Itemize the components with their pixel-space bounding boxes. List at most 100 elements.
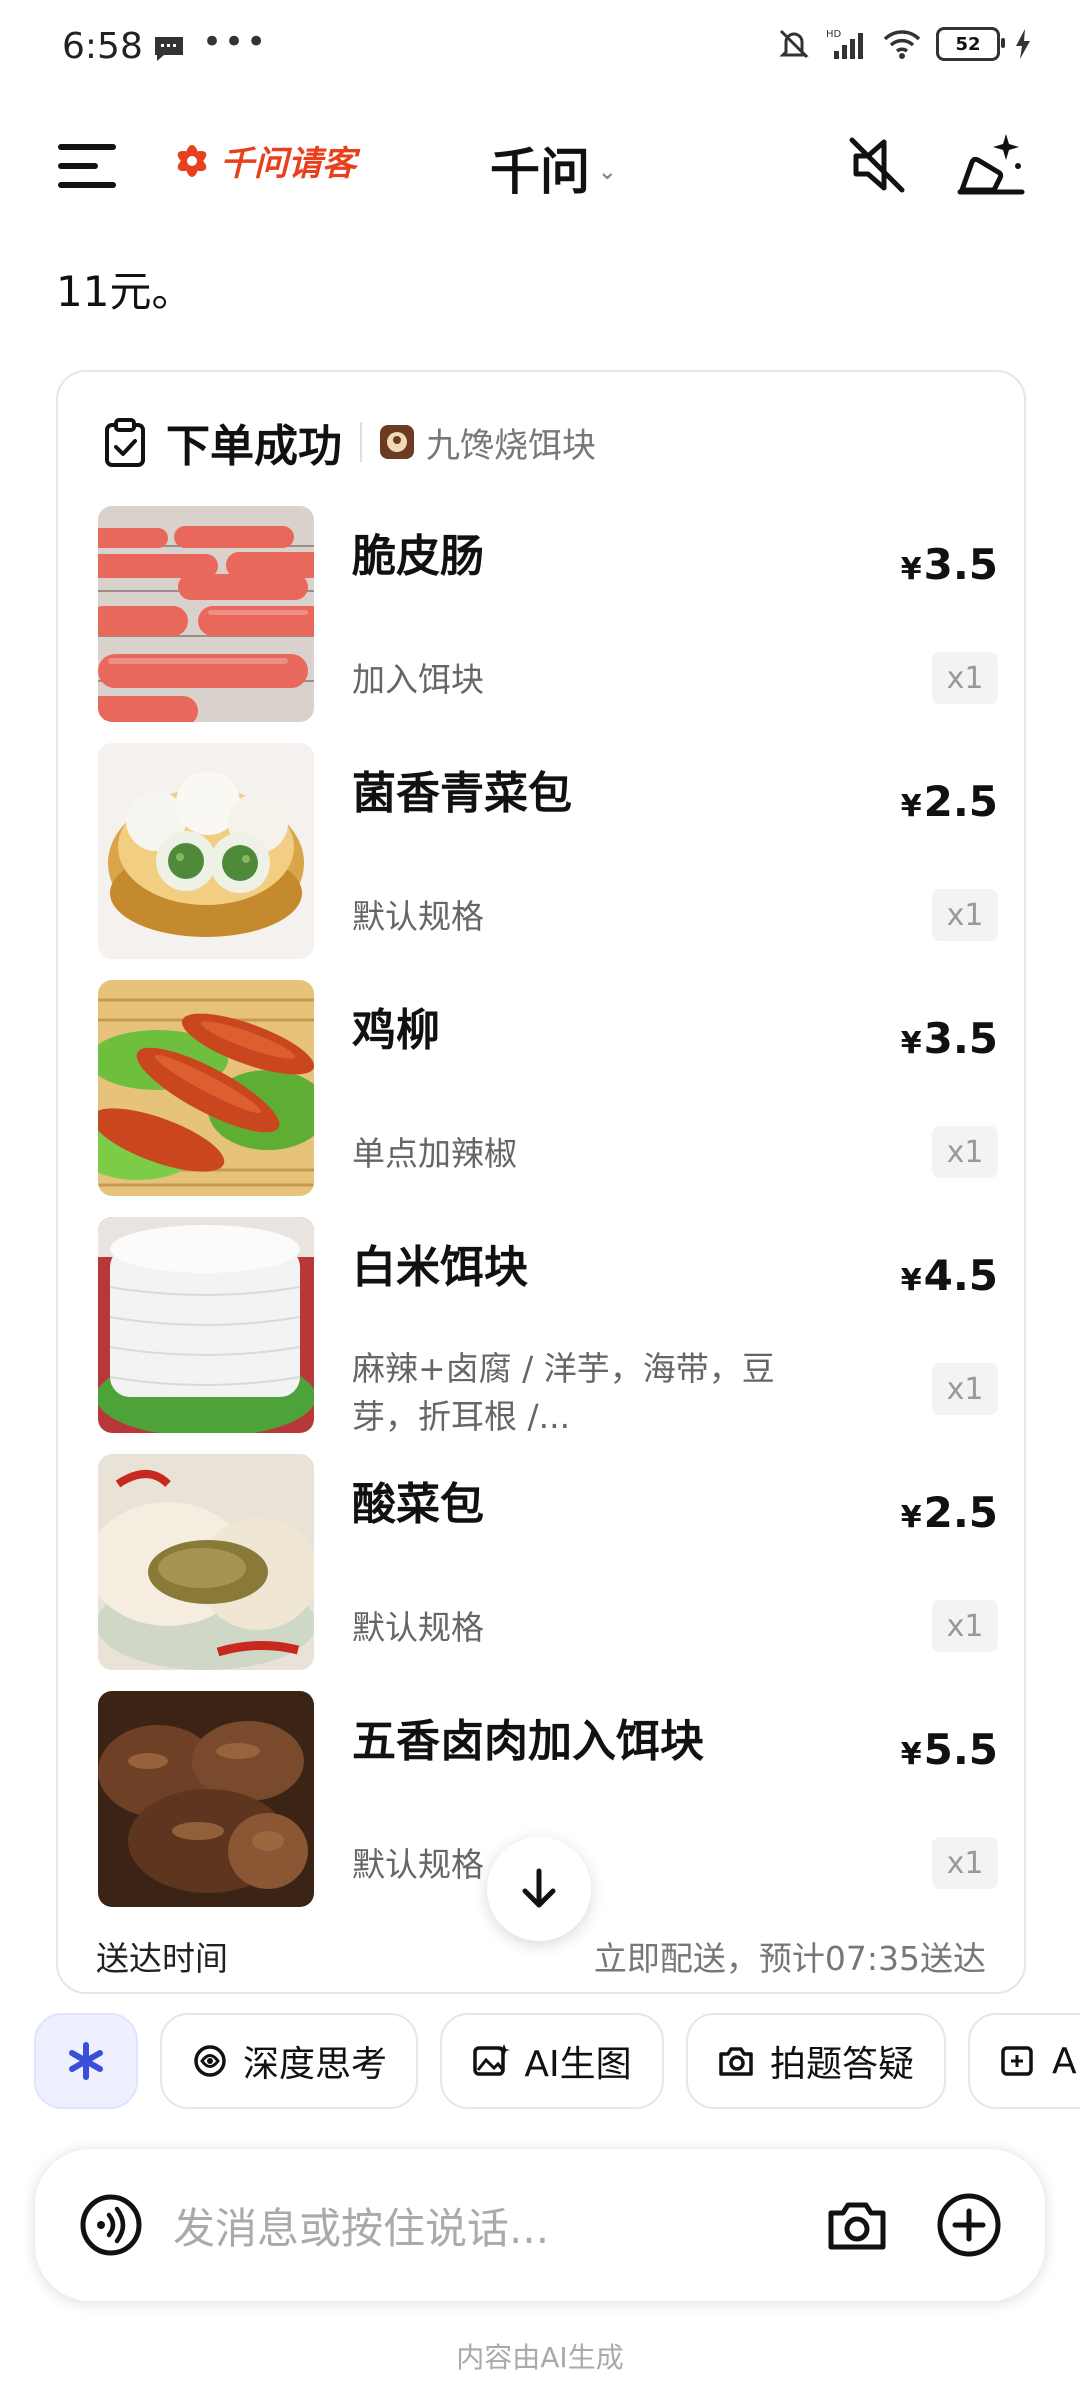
- chip-label: 拍题答疑: [769, 2044, 914, 2085]
- message-input[interactable]: 发消息或按住说话...: [173, 2195, 549, 2256]
- voice-input-icon[interactable]: [79, 2193, 143, 2257]
- ai-image-chip[interactable]: AI生图: [440, 2013, 664, 2109]
- clipboard-check-icon: [105, 418, 145, 467]
- battery-level: 52: [955, 33, 981, 55]
- order-status-title: 下单成功: [166, 421, 342, 472]
- add-attachment-icon[interactable]: [935, 2191, 1003, 2259]
- ai-assistant-chip[interactable]: [34, 2013, 138, 2109]
- price-value: 3.5: [923, 540, 998, 589]
- item-name: 酸菜包: [352, 1479, 484, 1530]
- price-value: 2.5: [923, 1488, 998, 1537]
- order-card: 下单成功 九馋烧饵块 脆皮肠 加入饵块 ¥3.5 x1 菌香青菜包 默认规格 ¥…: [56, 370, 1026, 1994]
- item-price: ¥5.5: [901, 1725, 998, 1774]
- message-notification-icon: [155, 37, 183, 61]
- edit-sparkle-icon: [1001, 2046, 1033, 2076]
- currency-symbol: ¥: [900, 1263, 922, 1298]
- order-item[interactable]: 脆皮肠 加入饵块 ¥3.5 x1: [98, 506, 998, 722]
- store-name[interactable]: 九馋烧饵块: [426, 418, 596, 467]
- item-image: [98, 980, 314, 1196]
- chip-label: AI: [1052, 2040, 1080, 2082]
- price-value: 5.5: [923, 1725, 998, 1774]
- divider: [360, 422, 362, 462]
- item-image: [98, 1691, 314, 1907]
- item-quantity: x1: [932, 889, 998, 941]
- camera-plus-icon: [719, 2047, 753, 2076]
- new-chat-sparkle-icon[interactable]: [954, 128, 1030, 204]
- chip-label: AI生图: [524, 2044, 632, 2085]
- charging-icon: [1016, 29, 1030, 59]
- item-name: 菌香青菜包: [352, 768, 572, 819]
- asterisk-sparkle-icon: [69, 2042, 103, 2080]
- currency-symbol: ¥: [900, 552, 922, 587]
- ai-more-chip[interactable]: AI: [968, 2013, 1080, 2109]
- camera-icon[interactable]: [825, 2193, 889, 2257]
- item-quantity: x1: [932, 652, 998, 704]
- svg-text:HD: HD: [826, 29, 842, 40]
- delivery-time-value: 立即配送，预计07:35送达: [593, 1939, 986, 1978]
- arrow-down-icon: [522, 1868, 556, 1908]
- currency-symbol: ¥: [900, 789, 922, 824]
- brand-logo-text: 千问请客: [220, 144, 356, 184]
- app-header: 千问请客 千问 ⌄: [0, 110, 1080, 220]
- item-quantity: x1: [932, 1600, 998, 1652]
- status-bar: 6:58 ••• HD 52: [0, 0, 1080, 100]
- more-notifications-icon: •••: [202, 22, 269, 62]
- item-name: 鸡柳: [352, 1005, 440, 1056]
- photo-question-chip[interactable]: 拍题答疑: [686, 2013, 946, 2109]
- item-price: ¥3.5: [901, 540, 998, 589]
- item-spec: 默认规格: [352, 1608, 484, 1647]
- answer-text: 11元。: [56, 267, 194, 316]
- order-item[interactable]: 酸菜包 默认规格 ¥2.5 x1: [98, 1454, 998, 1670]
- battery-icon: 52: [936, 27, 1005, 61]
- item-price: ¥3.5: [901, 1014, 998, 1063]
- item-image: [98, 506, 314, 722]
- price-value: 4.5: [923, 1251, 998, 1300]
- price-value: 2.5: [923, 777, 998, 826]
- image-plus-icon: [473, 2044, 511, 2076]
- order-item[interactable]: 白米饵块 麻辣+卤腐 / 洋芋，海带，豆芽，折耳根 /... ¥4.5 x1: [98, 1217, 998, 1436]
- quick-action-bar: 深度思考 AI生图 拍题答疑 AI: [0, 2013, 1080, 2113]
- store-logo: [380, 425, 414, 459]
- item-image: [98, 1217, 314, 1433]
- item-quantity: x1: [932, 1363, 998, 1415]
- item-name: 五香卤肉加入饵块: [352, 1716, 704, 1767]
- item-price: ¥4.5: [901, 1251, 998, 1300]
- brand-logo-icon: [177, 144, 207, 177]
- item-image: [98, 1454, 314, 1670]
- brand-logo[interactable]: 千问请客: [170, 136, 356, 185]
- deep-think-icon: [194, 2045, 226, 2077]
- menu-line: [58, 182, 116, 188]
- signal-icon: HD: [826, 29, 863, 59]
- item-name: 白米饵块: [352, 1242, 528, 1293]
- menu-line: [58, 144, 116, 150]
- chip-label: 深度思考: [242, 2044, 387, 2085]
- menu-button[interactable]: [58, 144, 116, 188]
- order-card-header: 下单成功 九馋烧饵块: [102, 412, 596, 472]
- currency-symbol: ¥: [900, 1500, 922, 1535]
- status-icons: HD 52: [776, 26, 1032, 62]
- item-spec: 默认规格: [352, 897, 484, 936]
- delivery-time-label: 送达时间: [96, 1939, 228, 1978]
- bell-off-icon: [779, 29, 809, 59]
- deep-think-chip[interactable]: 深度思考: [160, 2013, 418, 2109]
- order-item[interactable]: 菌香青菜包 默认规格 ¥2.5 x1: [98, 743, 998, 959]
- item-spec: 麻辣+卤腐 / 洋芋，海带，豆芽，折耳根 /...: [352, 1349, 775, 1436]
- price-value: 3.5: [923, 1014, 998, 1063]
- item-price: ¥2.5: [901, 1488, 998, 1537]
- item-quantity: x1: [932, 1126, 998, 1178]
- model-title: 千问: [490, 143, 590, 201]
- currency-symbol: ¥: [900, 1737, 922, 1772]
- model-selector[interactable]: 千问 ⌄: [490, 132, 616, 204]
- menu-line: [58, 163, 98, 169]
- scroll-to-bottom-button[interactable]: [487, 1837, 591, 1941]
- speaker-mute-icon[interactable]: [842, 130, 912, 200]
- item-quantity: x1: [932, 1837, 998, 1889]
- ai-disclaimer: 内容由AI生成: [456, 2341, 624, 2374]
- item-spec: 单点加辣椒: [352, 1134, 517, 1173]
- wifi-icon: [883, 30, 921, 59]
- status-time: 6:58: [62, 26, 143, 67]
- item-spec: 加入饵块: [352, 660, 484, 699]
- chat-input-bar: 发消息或按住说话...: [34, 2148, 1046, 2302]
- order-item[interactable]: 鸡柳 单点加辣椒 ¥3.5 x1: [98, 980, 998, 1196]
- item-name: 脆皮肠: [352, 531, 484, 582]
